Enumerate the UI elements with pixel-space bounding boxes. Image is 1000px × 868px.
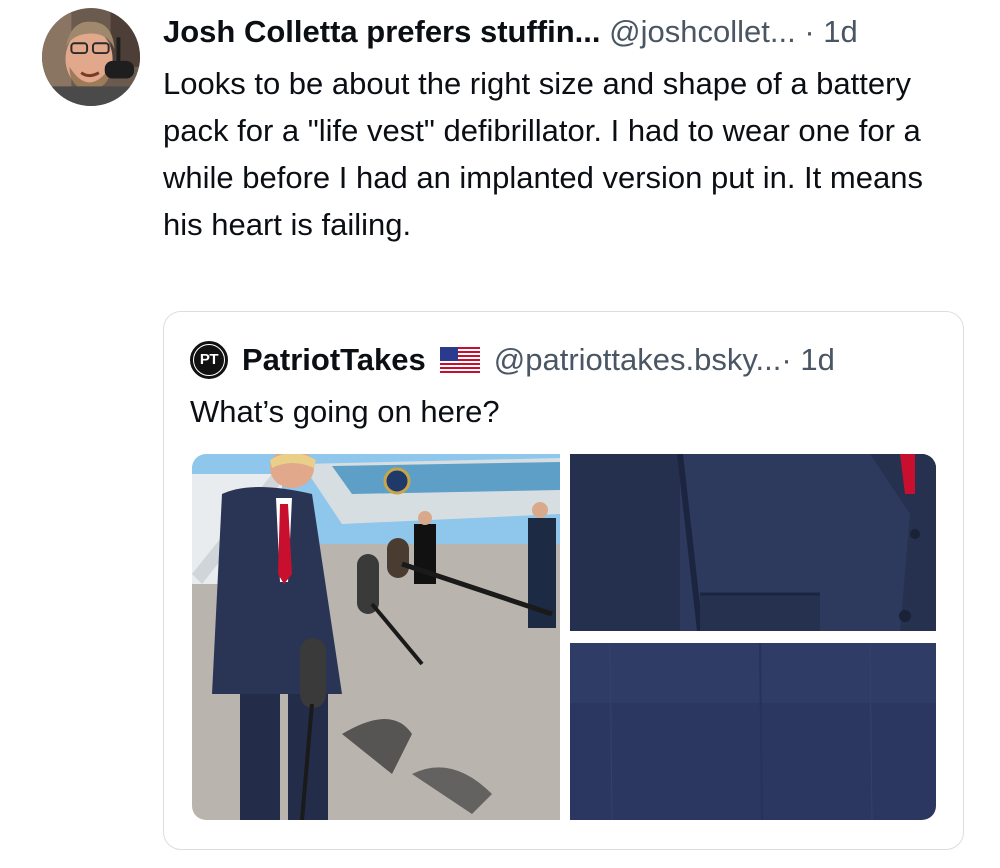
quoted-post-time[interactable]: · 1d [781, 338, 834, 382]
quoted-author-name[interactable]: PatriotTakes [242, 338, 426, 382]
author-avatar[interactable] [42, 8, 140, 106]
post-time[interactable]: · 1d [804, 14, 857, 49]
photo-suit-closeup-top[interactable] [570, 454, 936, 631]
post[interactable]: Josh Colletta prefers stuffin... @joshco… [0, 0, 1000, 868]
author-name[interactable]: Josh Colletta prefers stuffin... [163, 14, 601, 49]
us-flag-icon [439, 347, 480, 373]
photo-suit-closeup-bottom-image [570, 643, 936, 820]
post-header: Josh Colletta prefers stuffin... @joshco… [163, 10, 983, 54]
quoted-avatar-text: PT [193, 344, 225, 376]
quoted-post[interactable]: PT PatriotTakes @patriottakes.bsky... · … [163, 311, 964, 850]
photo-press-tarmac-image [192, 454, 560, 820]
quoted-post-text: What’s going on here? [190, 394, 500, 429]
photo-suit-closeup-top-image [570, 454, 936, 631]
photo-press-tarmac[interactable] [192, 454, 560, 820]
photo-suit-closeup-bottom[interactable] [570, 643, 936, 820]
quoted-author-handle[interactable]: @patriottakes.bsky... [494, 338, 782, 382]
patriottakes-avatar[interactable]: PT [190, 341, 228, 379]
quoted-post-header: PT PatriotTakes @patriottakes.bsky... · … [190, 338, 950, 382]
author-handle[interactable]: @joshcollet... [609, 14, 796, 49]
post-text: Looks to be about the right size and sha… [163, 66, 923, 242]
avatar-image [42, 8, 140, 106]
